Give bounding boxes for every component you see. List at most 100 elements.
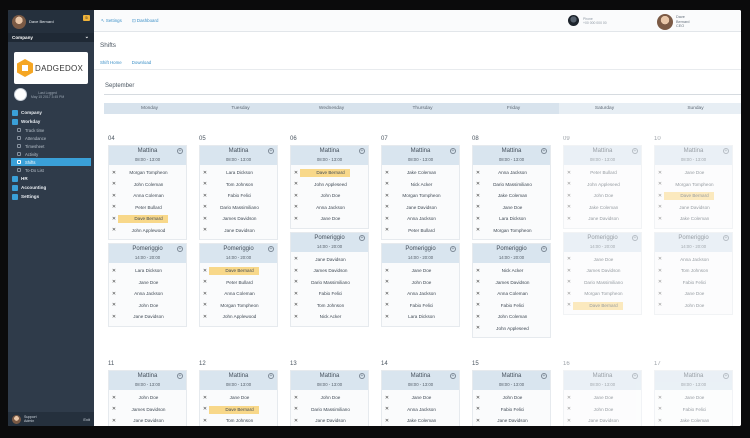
remove-icon[interactable]: ✕ bbox=[200, 216, 210, 222]
exit-button[interactable]: Exit bbox=[83, 417, 90, 422]
sidebar-item-activity[interactable]: Activity bbox=[8, 150, 94, 158]
company-select[interactable]: Company ⌄ bbox=[8, 33, 94, 42]
add-circle-icon[interactable]: + bbox=[359, 373, 365, 379]
remove-icon[interactable]: ✕ bbox=[291, 193, 301, 199]
remove-icon[interactable]: ✕ bbox=[291, 314, 301, 320]
sidebar-item-todo[interactable]: To-Do List bbox=[8, 166, 94, 174]
add-circle-icon[interactable]: + bbox=[541, 246, 547, 252]
remove-icon[interactable]: ✕ bbox=[655, 395, 665, 401]
remove-icon[interactable]: ✕ bbox=[200, 418, 210, 424]
remove-icon[interactable]: ✕ bbox=[564, 279, 574, 285]
remove-icon[interactable]: ✕ bbox=[655, 204, 665, 210]
sidebar-item-workday[interactable]: Workday bbox=[8, 117, 94, 126]
remove-icon[interactable]: ✕ bbox=[382, 314, 392, 320]
add-circle-icon[interactable]: + bbox=[268, 148, 274, 154]
remove-icon[interactable]: ✕ bbox=[655, 279, 665, 285]
remove-icon[interactable]: ✕ bbox=[109, 181, 119, 187]
add-circle-icon[interactable]: + bbox=[723, 373, 729, 379]
remove-icon[interactable]: ✕ bbox=[564, 170, 574, 176]
add-circle-icon[interactable]: + bbox=[359, 234, 365, 241]
remove-icon[interactable]: ✕ bbox=[200, 181, 210, 187]
remove-icon[interactable]: ✕ bbox=[473, 314, 483, 320]
remove-icon[interactable]: ✕ bbox=[473, 204, 483, 210]
remove-icon[interactable]: ✕ bbox=[200, 279, 210, 285]
add-circle-icon[interactable]: + bbox=[632, 234, 638, 241]
remove-icon[interactable]: ✕ bbox=[473, 170, 483, 176]
remove-icon[interactable]: ✕ bbox=[382, 193, 392, 199]
sidebar-item-company[interactable]: Company bbox=[8, 108, 94, 117]
support-user[interactable]: Support Admin bbox=[24, 415, 37, 423]
add-circle-icon[interactable]: + bbox=[541, 148, 547, 154]
remove-icon[interactable]: ✕ bbox=[109, 291, 119, 297]
add-circle-icon[interactable]: + bbox=[268, 246, 274, 252]
remove-icon[interactable]: ✕ bbox=[473, 279, 483, 285]
remove-icon[interactable]: ✕ bbox=[200, 314, 210, 320]
user-menu[interactable]: Dave Bernard CEO bbox=[657, 14, 690, 30]
remove-icon[interactable]: ✕ bbox=[200, 204, 210, 210]
remove-icon[interactable]: ✕ bbox=[473, 216, 483, 222]
remove-icon[interactable]: ✕ bbox=[382, 227, 392, 233]
breadcrumb-settings[interactable]: ↖ Settings bbox=[101, 18, 122, 24]
add-circle-icon[interactable]: + bbox=[450, 246, 456, 252]
add-circle-icon[interactable]: + bbox=[541, 373, 547, 379]
remove-icon[interactable]: ✕ bbox=[473, 395, 483, 401]
remove-icon[interactable]: ✕ bbox=[473, 406, 483, 412]
remove-icon[interactable]: ✕ bbox=[564, 204, 574, 210]
add-circle-icon[interactable]: + bbox=[450, 148, 456, 154]
remove-icon[interactable]: ✕ bbox=[109, 193, 119, 199]
remove-icon[interactable]: ✕ bbox=[109, 418, 119, 424]
remove-icon[interactable]: ✕ bbox=[109, 170, 119, 176]
remove-icon[interactable]: ✕ bbox=[109, 406, 119, 412]
remove-icon[interactable]: ✕ bbox=[473, 325, 483, 331]
sidebar-item-hr[interactable]: HR bbox=[8, 174, 94, 183]
add-circle-icon[interactable]: + bbox=[723, 234, 729, 241]
remove-icon[interactable]: ✕ bbox=[291, 268, 301, 274]
remove-icon[interactable]: ✕ bbox=[564, 216, 574, 222]
sidebar-item-settings[interactable]: Settings bbox=[8, 192, 94, 201]
remove-icon[interactable]: ✕ bbox=[473, 291, 483, 297]
tab-download[interactable]: Download bbox=[132, 60, 152, 65]
remove-icon[interactable]: ✕ bbox=[655, 418, 665, 424]
remove-icon[interactable]: ✕ bbox=[382, 302, 392, 308]
remove-icon[interactable]: ✕ bbox=[473, 227, 483, 233]
remove-icon[interactable]: ✕ bbox=[109, 302, 119, 308]
remove-icon[interactable]: ✕ bbox=[564, 418, 574, 424]
add-circle-icon[interactable]: + bbox=[359, 148, 365, 154]
remove-icon[interactable]: ✕ bbox=[291, 279, 301, 285]
remove-icon[interactable]: ✕ bbox=[291, 181, 301, 187]
remove-icon[interactable]: ✕ bbox=[109, 227, 119, 233]
sidebar-item-accounting[interactable]: Accounting bbox=[8, 183, 94, 192]
remove-icon[interactable]: ✕ bbox=[291, 291, 301, 297]
remove-icon[interactable]: ✕ bbox=[291, 256, 301, 262]
remove-icon[interactable]: ✕ bbox=[655, 216, 665, 222]
remove-icon[interactable]: ✕ bbox=[200, 302, 210, 308]
remove-icon[interactable]: ✕ bbox=[291, 302, 301, 308]
remove-icon[interactable]: ✕ bbox=[564, 193, 574, 199]
remove-icon[interactable]: ✕ bbox=[382, 216, 392, 222]
remove-icon[interactable]: ✕ bbox=[382, 291, 392, 297]
remove-icon[interactable]: ✕ bbox=[473, 268, 483, 274]
remove-icon[interactable]: ✕ bbox=[291, 204, 301, 210]
remove-icon[interactable]: ✕ bbox=[291, 216, 301, 222]
remove-icon[interactable]: ✕ bbox=[655, 302, 665, 308]
remove-icon[interactable]: ✕ bbox=[655, 291, 665, 297]
remove-icon[interactable]: ✕ bbox=[473, 181, 483, 187]
add-circle-icon[interactable]: + bbox=[450, 373, 456, 379]
sidebar-item-attendance[interactable]: Attendance bbox=[8, 134, 94, 142]
tab-shift-home[interactable]: Shift Home bbox=[100, 60, 122, 65]
sidebar-item-shifts[interactable]: Shifts bbox=[11, 158, 91, 166]
sidebar-item-track-time[interactable]: Track time bbox=[8, 126, 94, 134]
remove-icon[interactable]: ✕ bbox=[382, 170, 392, 176]
remove-icon[interactable]: ✕ bbox=[564, 395, 574, 401]
remove-icon[interactable]: ✕ bbox=[473, 302, 483, 308]
remove-icon[interactable]: ✕ bbox=[564, 268, 574, 274]
add-circle-icon[interactable]: + bbox=[177, 246, 183, 252]
remove-icon[interactable]: ✕ bbox=[109, 204, 119, 210]
remove-icon[interactable]: ✕ bbox=[473, 418, 483, 424]
remove-icon[interactable]: ✕ bbox=[291, 395, 301, 401]
remove-icon[interactable]: ✕ bbox=[655, 181, 665, 187]
remove-icon[interactable]: ✕ bbox=[200, 193, 210, 199]
remove-icon[interactable]: ✕ bbox=[382, 279, 392, 285]
remove-icon[interactable]: ✕ bbox=[655, 170, 665, 176]
remove-icon[interactable]: ✕ bbox=[200, 291, 210, 297]
